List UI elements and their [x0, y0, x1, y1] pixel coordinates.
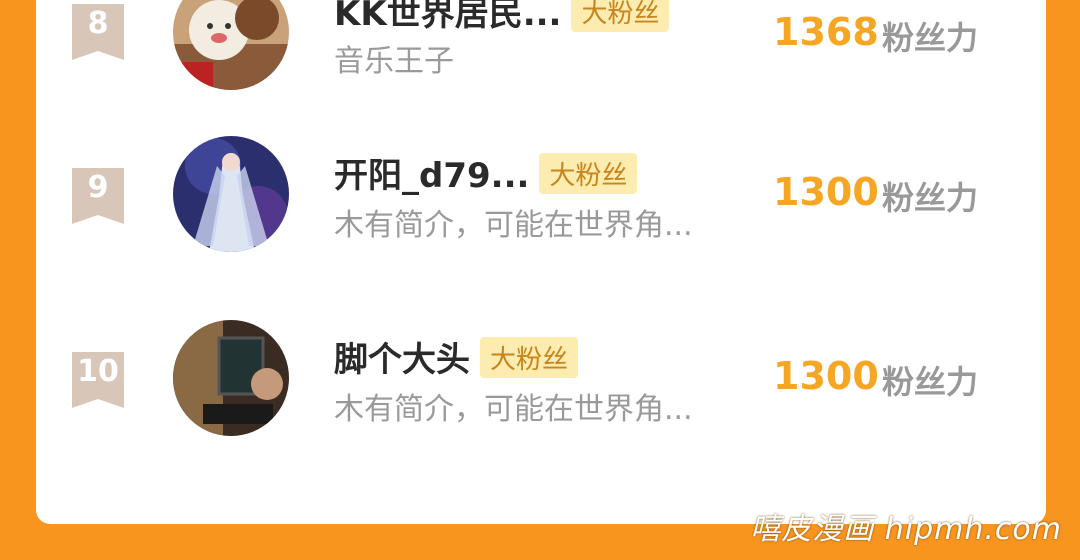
- user-name[interactable]: 脚个大头 大粉丝: [334, 332, 579, 382]
- leaderboard-card: 8 KK世界居民... 大粉丝 音乐王子 1368 粉丝力 9 开阳_d79..…: [36, 0, 1046, 524]
- fan-badge: 大粉丝: [539, 153, 638, 194]
- user-name-text: KK世界居民...: [334, 0, 562, 34]
- avatar[interactable]: [173, 320, 289, 436]
- user-name[interactable]: 开阳_d79... 大粉丝: [334, 148, 638, 198]
- list-item[interactable]: 10 脚个大头 大粉丝 木有简介，可能在世界角... 1300 粉丝力: [36, 320, 1046, 460]
- user-bio: 木有简介，可能在世界角...: [334, 208, 693, 243]
- user-bio: 音乐王子: [334, 44, 454, 79]
- user-name-text: 脚个大头: [334, 340, 470, 380]
- fan-score: 1368: [773, 10, 879, 54]
- fan-badge: 大粉丝: [571, 0, 670, 32]
- fan-score-unit: 粉丝力: [882, 179, 979, 217]
- fan-score-unit: 粉丝力: [882, 19, 979, 57]
- avatar[interactable]: [173, 0, 289, 90]
- rank-ribbon: 10: [72, 352, 124, 408]
- rank-ribbon: 8: [72, 4, 124, 60]
- user-bio: 木有简介，可能在世界角...: [334, 392, 693, 427]
- list-item[interactable]: 8 KK世界居民... 大粉丝 音乐王子 1368 粉丝力: [36, 0, 1046, 100]
- rank-number: 10: [77, 354, 119, 389]
- fan-score-unit: 粉丝力: [882, 363, 979, 401]
- watermark: 嘻皮漫画 hipmh.com: [750, 512, 1062, 547]
- rank-ribbon: 9: [72, 168, 124, 224]
- fan-badge: 大粉丝: [480, 337, 579, 378]
- avatar[interactable]: [173, 136, 289, 252]
- fan-score: 1300: [773, 354, 879, 398]
- rank-number: 9: [87, 170, 109, 205]
- user-name-text: 开阳_d79...: [334, 156, 530, 196]
- fan-score: 1300: [773, 170, 879, 214]
- list-item[interactable]: 9 开阳_d79... 大粉丝 木有简介，可能在世界角... 1300 粉丝力: [36, 136, 1046, 276]
- rank-number: 8: [87, 6, 109, 41]
- user-name[interactable]: KK世界居民... 大粉丝: [334, 0, 670, 36]
